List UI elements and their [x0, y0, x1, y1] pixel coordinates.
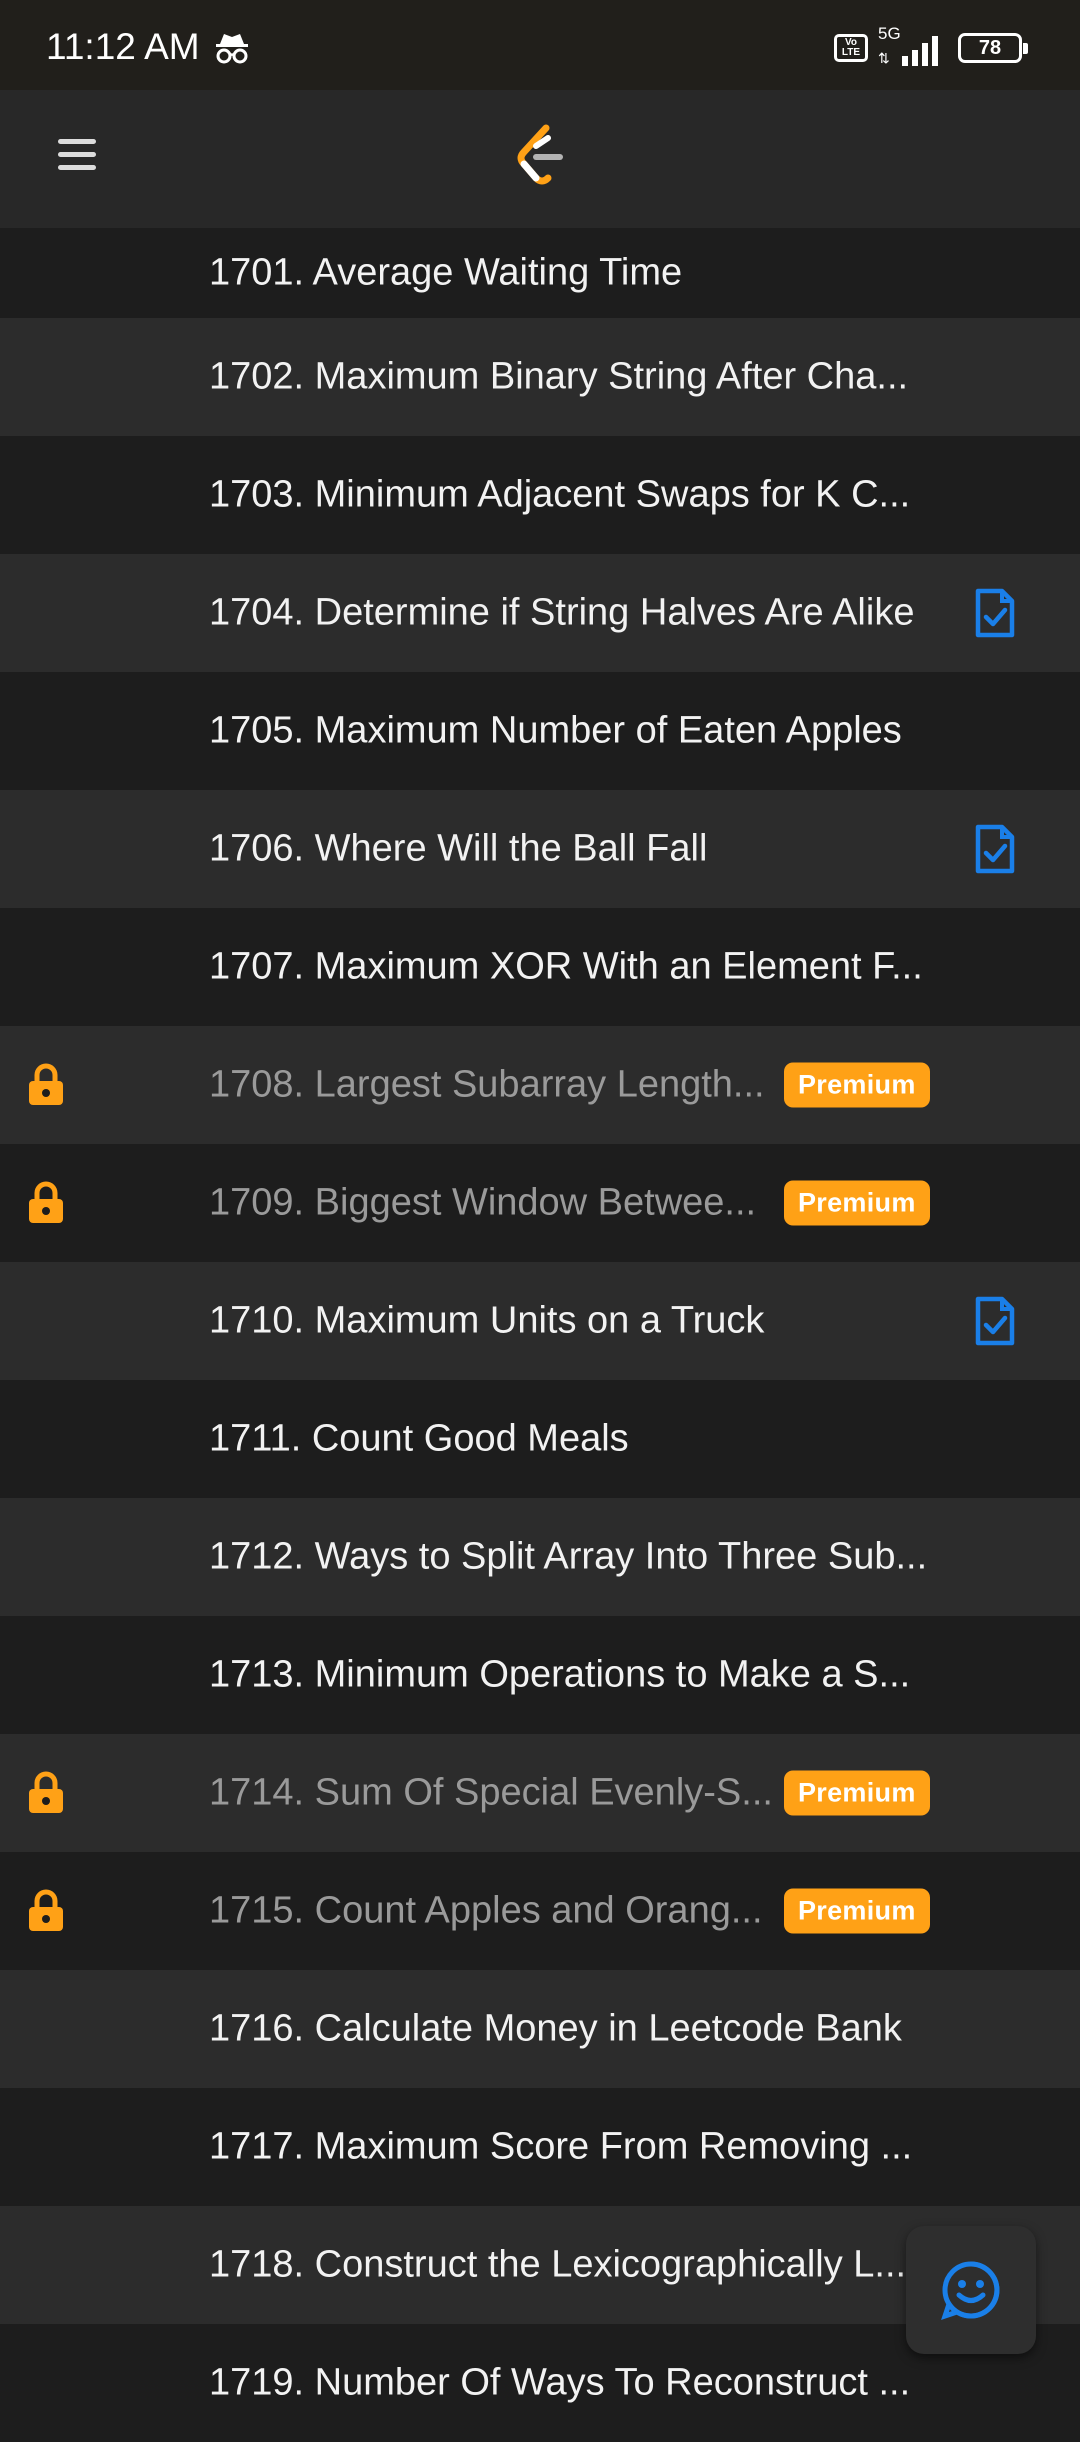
problem-title: 1713. Minimum Operations to Make a S...: [209, 1653, 911, 1696]
problem-list: 1701. Average Waiting Time 1702. Maximum …: [0, 228, 1080, 2442]
problem-title: 1718. Construct the Lexicographically L.…: [209, 2243, 907, 2286]
data-arrows-icon: ⇅: [878, 50, 890, 66]
problem-title: 1704. Determine if String Halves Are Ali…: [209, 591, 915, 634]
status-bar: 11:12 AM Vo LTE 5G ⇅ 78: [0, 0, 1080, 90]
problem-row[interactable]: 1716. Calculate Money in Leetcode Bank: [0, 1970, 1080, 2088]
problem-title: 1708. Largest Subarray Length...: [209, 1063, 765, 1106]
problem-row[interactable]: 1706. Where Will the Ball Fall: [0, 790, 1080, 908]
problem-row[interactable]: 1713. Minimum Operations to Make a S...: [0, 1616, 1080, 1734]
problem-row[interactable]: 1708. Largest Subarray Length... Premium: [0, 1026, 1080, 1144]
problem-title: 1705. Maximum Number of Eaten Apples: [209, 709, 902, 752]
problem-row[interactable]: 1707. Maximum XOR With an Element F...: [0, 908, 1080, 1026]
problem-title: 1719. Number Of Ways To Reconstruct ...: [209, 2361, 911, 2404]
problem-row[interactable]: 1701. Average Waiting Time: [0, 228, 1080, 318]
leetcode-logo-icon[interactable]: [512, 124, 572, 190]
problem-row[interactable]: 1703. Minimum Adjacent Swaps for K C...: [0, 436, 1080, 554]
lock-icon: [26, 1063, 66, 1107]
problem-title: 1703. Minimum Adjacent Swaps for K C...: [209, 473, 911, 516]
signal-bars-icon: [902, 36, 938, 66]
signal-icon: 5G ⇅: [878, 24, 948, 68]
problem-row[interactable]: 1711. Count Good Meals: [0, 1380, 1080, 1498]
smiley-feedback-icon: [941, 2261, 1000, 2320]
problem-title: 1717. Maximum Score From Removing ...: [209, 2125, 913, 2168]
problem-row[interactable]: 1702. Maximum Binary String After Cha...: [0, 318, 1080, 436]
problem-title: 1701. Average Waiting Time: [209, 251, 683, 294]
problem-title: 1706. Where Will the Ball Fall: [209, 827, 708, 870]
lock-icon: [26, 1889, 66, 1933]
problem-row[interactable]: 1717. Maximum Score From Removing ...: [0, 2088, 1080, 2206]
solution-article-icon[interactable]: [972, 587, 1018, 639]
problem-title: 1711. Count Good Meals: [209, 1417, 629, 1460]
problem-row[interactable]: 1715. Count Apples and Orang... Premium: [0, 1852, 1080, 1970]
premium-badge: Premium: [784, 1180, 930, 1226]
problem-row[interactable]: 1712. Ways to Split Array Into Three Sub…: [0, 1498, 1080, 1616]
premium-badge: Premium: [784, 1888, 930, 1934]
problem-title: 1702. Maximum Binary String After Cha...: [209, 355, 909, 398]
problem-row[interactable]: 1704. Determine if String Halves Are Ali…: [0, 554, 1080, 672]
solution-article-icon[interactable]: [972, 1295, 1018, 1347]
premium-badge: Premium: [784, 1770, 930, 1816]
incognito-icon: [216, 34, 248, 64]
problem-title: 1712. Ways to Split Array Into Three Sub…: [209, 1535, 928, 1578]
volte-icon: Vo LTE: [834, 34, 868, 62]
lock-icon: [26, 1181, 66, 1225]
solution-article-icon[interactable]: [972, 823, 1018, 875]
app-header: [0, 90, 1080, 230]
feedback-button[interactable]: [906, 2226, 1036, 2354]
lock-icon: [26, 1771, 66, 1815]
problem-title: 1707. Maximum XOR With an Element F...: [209, 945, 923, 988]
status-icons: Vo LTE 5G ⇅ 78: [834, 24, 1028, 68]
problem-title: 1714. Sum Of Special Evenly-S...: [209, 1771, 773, 1814]
problem-title: 1716. Calculate Money in Leetcode Bank: [209, 2007, 902, 2050]
problem-row[interactable]: 1710. Maximum Units on a Truck: [0, 1262, 1080, 1380]
premium-badge: Premium: [784, 1062, 930, 1108]
problem-title: 1710. Maximum Units on a Truck: [209, 1299, 765, 1342]
problem-row[interactable]: 1714. Sum Of Special Evenly-S... Premium: [0, 1734, 1080, 1852]
battery-level: 78: [978, 36, 1002, 59]
status-time: 11:12 AM: [46, 26, 200, 67]
problem-row[interactable]: 1709. Biggest Window Betwee... Premium: [0, 1144, 1080, 1262]
hamburger-menu-icon[interactable]: [58, 134, 114, 184]
problem-title: 1709. Biggest Window Betwee...: [209, 1181, 757, 1224]
problem-title: 1715. Count Apples and Orang...: [209, 1889, 763, 1932]
problem-row[interactable]: 1705. Maximum Number of Eaten Apples: [0, 672, 1080, 790]
battery-icon: 78: [958, 33, 1028, 63]
